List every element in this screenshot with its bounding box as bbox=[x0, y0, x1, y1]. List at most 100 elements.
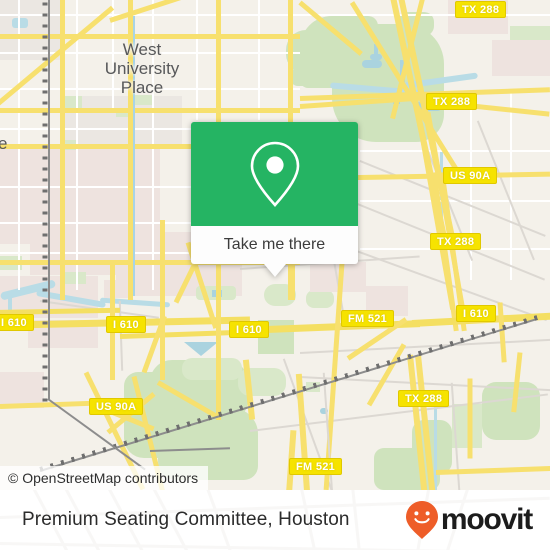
water-area bbox=[36, 289, 106, 309]
highway bbox=[299, 87, 550, 101]
street bbox=[299, 338, 550, 354]
water-area bbox=[12, 18, 28, 28]
park-area bbox=[412, 420, 452, 474]
park-area bbox=[60, 272, 86, 284]
landuse-area bbox=[28, 320, 98, 348]
destination-popup-card[interactable]: Take me there bbox=[191, 122, 358, 277]
highway bbox=[467, 378, 473, 459]
map-canvas[interactable]: West University Place e TX 288 TX 288 US… bbox=[0, 0, 550, 490]
street bbox=[451, 382, 461, 490]
highway bbox=[0, 34, 300, 39]
highway bbox=[299, 94, 430, 109]
street bbox=[0, 186, 200, 188]
landuse-area bbox=[104, 280, 128, 298]
highway bbox=[298, 0, 363, 56]
street bbox=[477, 120, 535, 261]
street bbox=[119, 300, 124, 371]
shield-tx-288-mid: TX 288 bbox=[430, 233, 482, 250]
highway bbox=[415, 354, 437, 490]
water-area bbox=[0, 279, 57, 301]
street bbox=[76, 0, 78, 290]
highway bbox=[407, 354, 429, 490]
park-area bbox=[286, 30, 338, 74]
shield-fm-521-mid: FM 521 bbox=[341, 310, 395, 327]
railway-ties bbox=[39, 315, 539, 472]
water-area bbox=[374, 44, 378, 60]
water-area bbox=[400, 60, 405, 82]
attribution-text: © OpenStreetMap contributors bbox=[8, 470, 199, 486]
park-area bbox=[306, 382, 320, 392]
landuse-area bbox=[62, 96, 182, 148]
park-area bbox=[300, 16, 378, 88]
water-area bbox=[397, 72, 479, 90]
moovit-wordmark: moovit bbox=[440, 503, 533, 536]
landuse-area bbox=[0, 276, 98, 318]
highway bbox=[349, 1, 461, 174]
highway bbox=[511, 352, 523, 413]
water-area bbox=[434, 398, 437, 490]
water-area bbox=[320, 408, 328, 414]
highway bbox=[216, 240, 221, 420]
park-area bbox=[60, 96, 82, 108]
moovit-smiley-pin-icon bbox=[405, 501, 438, 539]
landuse-area bbox=[30, 145, 160, 275]
take-me-there-label: Take me there bbox=[223, 236, 326, 253]
park-area bbox=[264, 284, 296, 306]
water-area bbox=[184, 342, 218, 356]
shield-tx-288-lower: TX 288 bbox=[398, 390, 450, 407]
park-area bbox=[374, 448, 440, 490]
highway bbox=[109, 0, 244, 23]
park-area bbox=[62, 140, 78, 150]
park-area bbox=[360, 96, 430, 136]
popup-icon-panel bbox=[191, 122, 358, 226]
shield-fm-521-lower: FM 521 bbox=[289, 458, 343, 475]
park-area bbox=[0, 256, 22, 270]
location-pin-icon bbox=[250, 141, 299, 207]
openstreetmap-attribution[interactable]: © OpenStreetMap contributors bbox=[0, 466, 209, 490]
park-area bbox=[124, 372, 200, 458]
highway bbox=[160, 220, 165, 380]
moovit-brand[interactable]: moovit bbox=[405, 500, 533, 540]
park-area bbox=[196, 286, 236, 300]
street bbox=[470, 100, 472, 280]
park-area bbox=[182, 358, 242, 380]
railway bbox=[39, 318, 538, 472]
park-area bbox=[510, 26, 550, 52]
park-area bbox=[482, 382, 540, 440]
shield-i-610-east: I 610 bbox=[456, 305, 496, 322]
water-area bbox=[370, 54, 382, 60]
park-area bbox=[116, 108, 130, 117]
street bbox=[299, 376, 550, 392]
railway-ties bbox=[42, 2, 48, 403]
park-area bbox=[150, 360, 248, 422]
highway bbox=[323, 250, 346, 490]
highway bbox=[60, 0, 65, 300]
park-area bbox=[290, 68, 316, 86]
street bbox=[196, 0, 198, 120]
landuse-area bbox=[492, 40, 550, 76]
street bbox=[360, 200, 550, 202]
street bbox=[510, 90, 512, 280]
shield-i-610-west: I 610 bbox=[106, 316, 146, 333]
place-label-partial: e bbox=[0, 134, 8, 153]
street bbox=[258, 0, 260, 120]
highway bbox=[425, 112, 466, 310]
park-area bbox=[398, 12, 434, 36]
shield-us-90a-lower: US 90A bbox=[89, 398, 144, 415]
highway bbox=[435, 465, 550, 475]
water-area bbox=[393, 88, 400, 104]
railway bbox=[48, 0, 50, 400]
highway bbox=[415, 112, 456, 310]
landuse-area bbox=[0, 0, 60, 60]
highway bbox=[395, 0, 455, 238]
place-title: Premium Seating Committee, Houston bbox=[22, 509, 350, 530]
highway bbox=[0, 108, 300, 113]
take-me-there-button[interactable]: Take me there bbox=[191, 226, 358, 264]
water-area bbox=[212, 290, 222, 297]
water-area bbox=[440, 150, 443, 230]
street bbox=[0, 252, 200, 254]
water-area bbox=[362, 60, 382, 68]
shield-us-90a-upper: US 90A bbox=[443, 167, 498, 184]
landuse-area bbox=[310, 262, 366, 292]
place-label-west-university-place: West University Place bbox=[104, 40, 180, 97]
